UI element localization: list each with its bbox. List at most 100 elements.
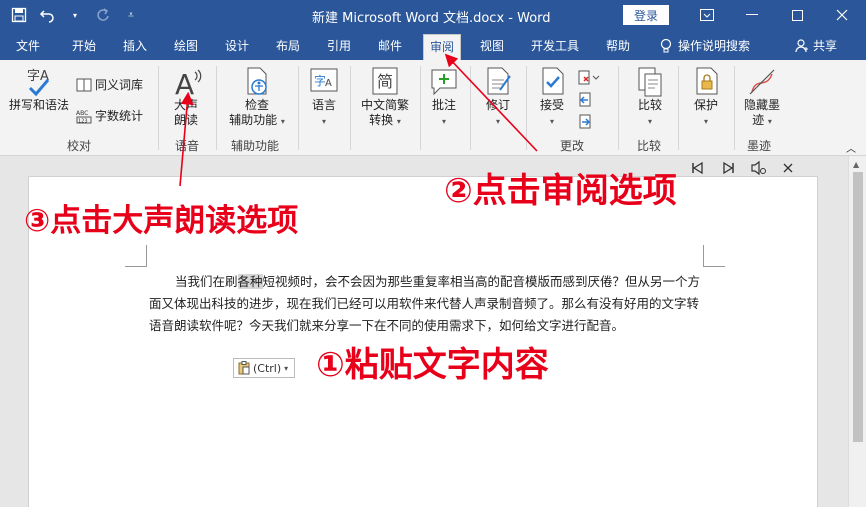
spell-check-icon: 字A: [27, 69, 50, 97]
reject-button[interactable]: [578, 70, 600, 89]
group-separator: [158, 66, 159, 150]
tab-mailings[interactable]: 邮件: [378, 37, 402, 54]
svg-text:123: 123: [78, 118, 88, 124]
chevron-down-icon: ▾: [767, 117, 772, 126]
title-bar: ▾ ⩡ 新建 Microsoft Word 文档.docx - Word 登录: [0, 0, 866, 32]
tab-review[interactable]: 审阅: [423, 34, 462, 60]
comment-button[interactable]: 批注 ▾: [424, 66, 464, 129]
group-separator: [216, 66, 217, 150]
chevron-down-icon: ▾: [441, 117, 446, 126]
scrollbar-thumb[interactable]: [853, 172, 863, 442]
share-button[interactable]: 共享: [795, 37, 837, 54]
paste-options-button[interactable]: (Ctrl) ▾: [233, 358, 295, 378]
share-label: 共享: [813, 39, 838, 53]
chinese-conversion-icon: 简: [372, 67, 398, 95]
svg-text:A: A: [175, 68, 194, 98]
chevron-down-icon: ▾: [396, 117, 401, 126]
read-aloud-controls: [690, 160, 794, 176]
track-changes-button[interactable]: 修订 ▾: [476, 66, 520, 129]
group-separator: [350, 66, 351, 150]
quick-access-toolbar: ▾ ⩡: [8, 4, 142, 26]
close-read-aloud-icon[interactable]: [782, 162, 794, 174]
close-icon[interactable]: [820, 0, 864, 30]
tab-help[interactable]: 帮助: [606, 37, 630, 54]
read-aloud-icon: A: [175, 68, 202, 98]
read-aloud-button[interactable]: A 大声 朗读: [164, 66, 208, 128]
hide-ink-button[interactable]: 隐藏墨 迹 ▾: [738, 66, 786, 129]
group-separator: [420, 66, 421, 150]
annotation-step1: ①粘贴文字内容: [316, 345, 549, 385]
maximize-icon[interactable]: [775, 0, 819, 30]
chevron-down-icon: ▾: [280, 117, 285, 126]
tell-me-search[interactable]: 操作说明搜索: [660, 37, 750, 54]
accept-button[interactable]: 接受 ▾: [532, 66, 572, 129]
annotation-step2: ②点击审阅选项: [444, 171, 677, 211]
group-label-ink: 墨迹: [747, 139, 772, 153]
margin-marker: [125, 245, 147, 267]
tab-insert[interactable]: 插入: [123, 37, 147, 54]
group-separator: [298, 66, 299, 150]
check-accessibility-button[interactable]: 检查 辅助功能 ▾: [222, 66, 292, 129]
previous-change-icon: [579, 92, 591, 107]
next-change-button[interactable]: [578, 114, 592, 133]
lock-icon: [696, 67, 718, 95]
undo-icon[interactable]: [36, 4, 58, 26]
tab-references[interactable]: 引用: [327, 37, 351, 54]
login-button[interactable]: 登录: [623, 5, 669, 25]
tab-view[interactable]: 视图: [480, 37, 504, 54]
thesaurus-button[interactable]: 同义词库: [76, 76, 143, 93]
customize-qat-icon[interactable]: ⩡: [120, 4, 142, 26]
collapse-ribbon-icon[interactable]: ︿: [846, 140, 856, 155]
tell-me-label: 操作说明搜索: [678, 39, 751, 53]
document-body-text[interactable]: 当我们在刷各种短视频时，会不会因为那些重复率相当高的配音模版而感到厌倦？但从另一…: [149, 271, 704, 337]
spelling-grammar-button[interactable]: 字A 拼写和语法: [8, 66, 70, 113]
save-icon[interactable]: [8, 4, 30, 26]
group-separator: [618, 66, 619, 150]
hide-ink-icon: [749, 69, 775, 95]
language-icon: 字A: [310, 68, 338, 92]
chevron-down-icon: ▾: [321, 117, 326, 126]
chevron-down-icon: ▾: [495, 117, 500, 126]
tab-draw[interactable]: 绘图: [174, 37, 198, 54]
person-icon: [795, 38, 808, 52]
group-separator: [678, 66, 679, 150]
word-count-button[interactable]: ABC 123 字数统计: [76, 107, 143, 124]
margin-marker: [703, 245, 725, 267]
reject-icon: [578, 70, 600, 85]
protect-button[interactable]: 保护 ▾: [684, 66, 728, 129]
language-button[interactable]: 字A 语言 ▾: [304, 66, 344, 129]
tab-home[interactable]: 开始: [72, 37, 96, 54]
tab-file[interactable]: 文件: [16, 37, 40, 54]
compare-icon: [638, 67, 662, 97]
read-aloud-settings-icon[interactable]: [750, 160, 768, 176]
next-paragraph-icon[interactable]: [720, 161, 736, 175]
annotation-step3: ③点击大声朗读选项: [24, 203, 299, 239]
tab-developer[interactable]: 开发工具: [531, 37, 579, 54]
vertical-scrollbar[interactable]: ▲: [848, 156, 866, 507]
chevron-down-icon: ▾: [703, 117, 708, 126]
ribbon-review: 字A 拼写和语法 同义词库 ABC 123 字数统计 校对 A 大声 朗读 语音 …: [0, 60, 866, 156]
previous-change-button[interactable]: [578, 92, 592, 111]
svg-text:简: 简: [377, 72, 393, 91]
group-label-changes: 更改: [560, 139, 585, 153]
lightbulb-icon: [660, 38, 672, 52]
ribbon-display-options-icon[interactable]: [685, 0, 729, 30]
chinese-conversion-button[interactable]: 简 中文简繁 转换 ▾: [354, 66, 416, 129]
chevron-down-icon: ▾: [549, 117, 554, 126]
tab-layout[interactable]: 布局: [276, 37, 300, 54]
window-title: 新建 Microsoft Word 文档.docx - Word: [312, 11, 551, 26]
group-label-compare: 比较: [637, 139, 662, 153]
group-label-speech: 语音: [175, 139, 200, 153]
svg-text:A: A: [325, 78, 332, 89]
tab-design[interactable]: 设计: [225, 37, 249, 54]
group-separator: [526, 66, 527, 150]
scroll-up-icon[interactable]: ▲: [853, 160, 859, 169]
accessibility-check-icon: [247, 67, 267, 95]
chevron-down-icon[interactable]: ▾: [64, 4, 86, 26]
redo-icon[interactable]: [92, 4, 114, 26]
track-changes-icon: [487, 67, 511, 95]
previous-paragraph-icon[interactable]: [690, 161, 706, 175]
compare-button[interactable]: 比较 ▾: [628, 66, 672, 129]
clipboard-icon: [238, 361, 250, 375]
minimize-icon[interactable]: [730, 0, 774, 30]
